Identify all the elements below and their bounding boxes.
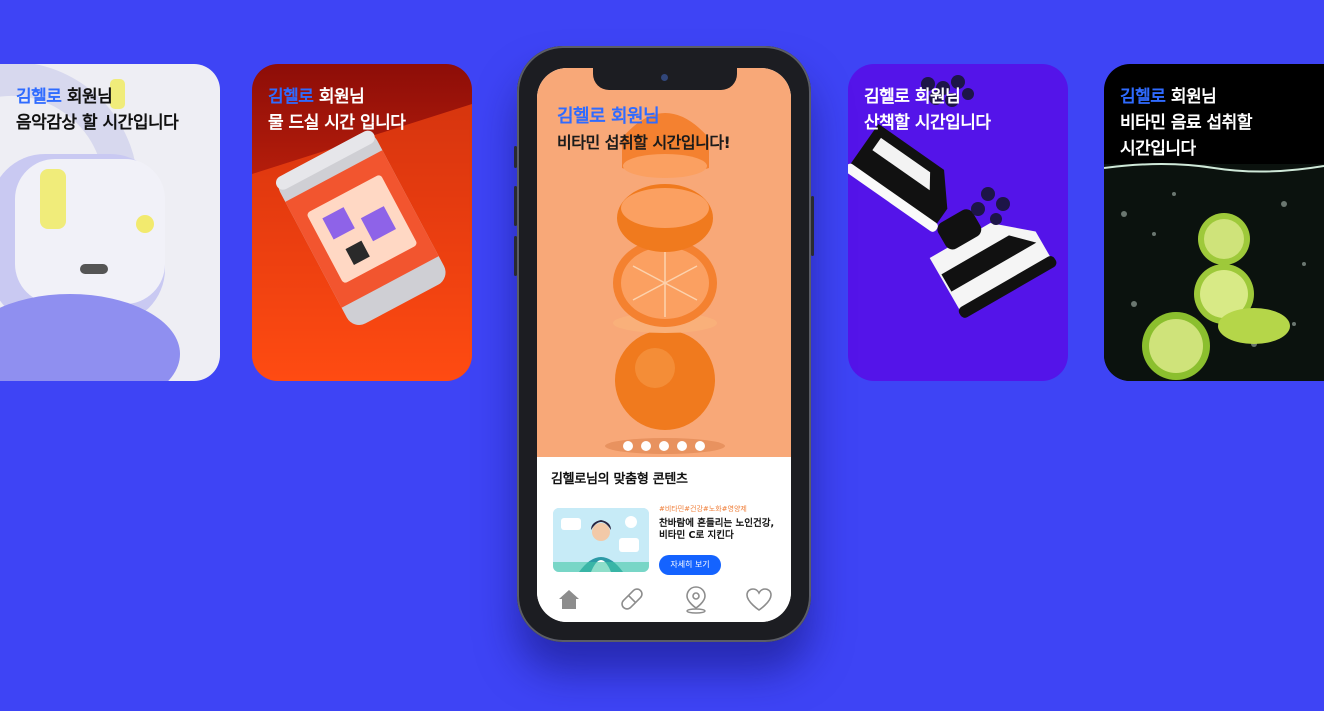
member-name: 김헬로 (1120, 87, 1166, 107)
carousel-dot[interactable] (623, 441, 633, 451)
phone-screen: 김헬로 회원님 비타민 섭취할 시간입니다! 김헬로님의 맞춤형 콘텐츠 #비타… (537, 68, 791, 622)
hero-banner[interactable]: 김헬로 회원님 비타민 섭취할 시간입니다! (537, 68, 791, 457)
mute-switch (514, 146, 517, 168)
card-greeting: 김헬로 회원님 물 드실 시간 입니다 (268, 84, 406, 136)
tab-location[interactable] (676, 579, 716, 619)
carousel-dot[interactable] (695, 441, 705, 451)
member-name: 김헬로 (864, 87, 910, 107)
card-water-reminder[interactable]: 김헬로 회원님 물 드실 시간 입니다 (252, 64, 472, 381)
volume-down-button (514, 236, 517, 276)
member-name: 김헬로 (557, 106, 606, 127)
card-greeting: 김헬로 회원님 산책할 시간입니다 (864, 84, 991, 136)
member-name: 김헬로 (268, 87, 314, 107)
card-music-reminder[interactable]: 김헬로 회원님 음악감상 할 시간입니다 (0, 64, 220, 381)
hero-greeting: 김헬로 회원님 비타민 섭취할 시간입니다! (557, 104, 731, 156)
section-title: 김헬로님의 맞춤형 콘텐츠 (551, 472, 688, 487)
location-pin-icon (685, 586, 706, 614)
carousel-dot[interactable] (641, 441, 651, 451)
reminder-text: 비타민 섭취할 시간입니다! (557, 133, 731, 152)
notch (593, 68, 737, 90)
volume-up-button (514, 186, 517, 226)
doctor-illustration (553, 508, 649, 572)
article-tags: #비타민#건강#노화#영양제 (659, 505, 747, 513)
home-icon (558, 590, 579, 609)
card-greeting: 김헬로 회원님 비타민 음료 섭취할 시간입니다 (1120, 84, 1252, 162)
greeting-suffix: 회원님 (909, 87, 961, 107)
article-title-line-2: 비타민 C로 지킨다 (659, 530, 734, 541)
reminder-text: 음악감상 할 시간입니다 (16, 113, 179, 133)
heart-icon (746, 588, 773, 611)
view-details-button[interactable]: 자세히 보기 (659, 555, 721, 575)
content-card[interactable]: #비타민#건강#노화#영양제 찬바람에 흔들리는 노인건강, 비타민 C로 지킨… (553, 504, 785, 576)
tab-home[interactable] (549, 579, 589, 619)
reminder-text-2: 시간입니다 (1120, 139, 1196, 159)
carousel-dot[interactable] (677, 441, 687, 451)
pill-icon (621, 588, 643, 610)
card-greeting: 김헬로 회원님 음악감상 할 시간입니다 (16, 84, 179, 136)
greeting-suffix: 회원님 (605, 106, 660, 127)
camera-icon (661, 74, 668, 81)
greeting-suffix: 회원님 (313, 87, 365, 107)
carousel-dots (537, 436, 791, 455)
card-walk-reminder[interactable]: 김헬로 회원님 산책할 시간입니다 (848, 64, 1068, 381)
tab-favorites[interactable] (739, 579, 779, 619)
greeting-suffix: 회원님 (61, 87, 113, 107)
phone-mockup: 김헬로 회원님 비타민 섭취할 시간입니다! 김헬로님의 맞춤형 콘텐츠 #비타… (514, 46, 814, 642)
greeting-suffix: 회원님 (1165, 87, 1217, 107)
member-name: 김헬로 (16, 87, 62, 107)
power-button (811, 196, 814, 256)
reminder-text: 물 드실 시간 입니다 (268, 113, 406, 133)
card-drink-reminder[interactable]: 김헬로 회원님 비타민 음료 섭취할 시간입니다 (1104, 64, 1324, 381)
carousel-dot[interactable] (659, 441, 669, 451)
tab-medicine[interactable] (612, 579, 652, 619)
article-title-line-1: 찬바람에 흔들리는 노인건강, (659, 518, 775, 529)
reminder-text: 비타민 음료 섭취할 (1120, 113, 1252, 133)
reminder-text: 산책할 시간입니다 (864, 113, 991, 133)
article-title: 찬바람에 흔들리는 노인건강, 비타민 C로 지킨다 (659, 518, 789, 542)
bottom-tab-bar (537, 576, 791, 622)
